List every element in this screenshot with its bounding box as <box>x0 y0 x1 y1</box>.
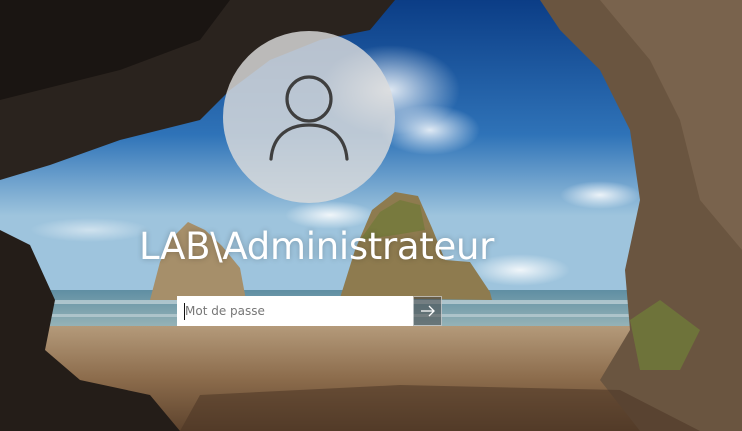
lock-screen: LAB\Administrateur <box>0 0 742 431</box>
text-cursor <box>184 303 185 320</box>
password-input[interactable] <box>177 296 413 326</box>
user-name: LAB\Administrateur <box>139 225 495 268</box>
arrow-right-icon <box>420 305 435 317</box>
password-row <box>177 296 442 326</box>
submit-button[interactable] <box>413 296 442 326</box>
user-avatar <box>223 31 395 203</box>
user-silhouette-icon <box>269 75 349 161</box>
